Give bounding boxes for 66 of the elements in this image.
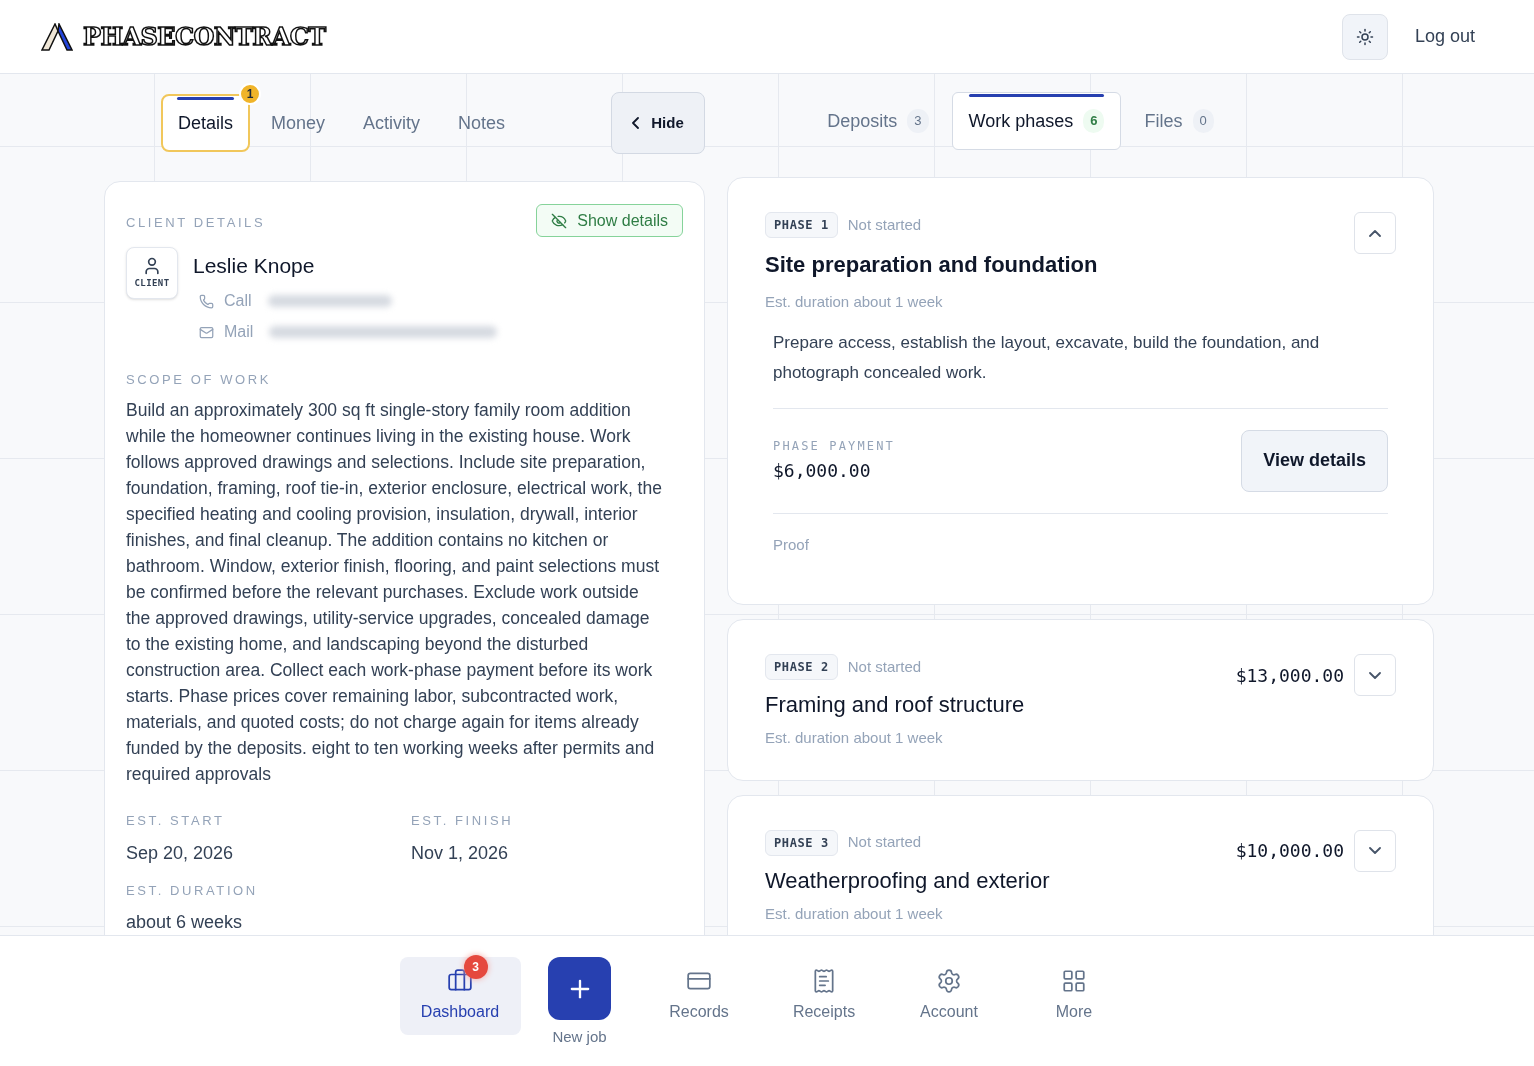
tab[interactable]: Work phases 6 xyxy=(951,92,1122,150)
date-value: Sep 20, 2026 xyxy=(126,841,235,865)
phase-duration: Est. duration about 1 week xyxy=(765,728,944,748)
tab-count: 6 xyxy=(1083,109,1105,133)
phase-duration: Est. duration about 1 week xyxy=(765,292,944,312)
phase-status: Not started xyxy=(847,214,922,235)
nav-label: New job xyxy=(552,1027,607,1047)
phase-title: Site preparation and foundation xyxy=(765,251,1099,279)
phase-tag: PHASE 1 xyxy=(765,212,838,238)
logout-link[interactable]: Log out xyxy=(1414,23,1475,50)
contact-label: Call xyxy=(224,291,252,311)
client-name: Leslie Knope xyxy=(193,253,316,279)
phase-amount: $13,000.00 xyxy=(1235,663,1344,688)
proof-label: Proof xyxy=(773,534,810,555)
tab[interactable]: Deposits 3 xyxy=(810,92,946,150)
mail-icon xyxy=(199,324,214,340)
tab[interactable]: Notes xyxy=(441,94,523,152)
client-role: CLIENT xyxy=(134,276,170,290)
date-label: EST. DURATION xyxy=(126,881,259,900)
chevron-left-icon xyxy=(632,117,640,129)
sun-icon xyxy=(1355,27,1374,46)
phase-title: Framing and roof structure xyxy=(765,691,1026,719)
phase-description: Prepare access, establish the layout, excavate, build the foundation, and photograph concealed work. xyxy=(773,327,1388,409)
eye-off-icon xyxy=(551,212,568,229)
expand-button[interactable] xyxy=(1354,654,1396,696)
chevron-icon xyxy=(1369,229,1381,237)
date-value: Nov 1, 2026 xyxy=(411,841,510,865)
tab-count: 3 xyxy=(907,109,929,133)
expand-button[interactable] xyxy=(1354,829,1396,872)
nav-item[interactable]: Dashboard 3 xyxy=(399,957,521,1035)
contact-label: Mail xyxy=(224,322,254,342)
hide-button[interactable]: Hide xyxy=(611,92,705,154)
theme-toggle-button[interactable] xyxy=(1341,13,1388,60)
payment-label: PHASE PAYMENT xyxy=(773,438,895,455)
date-value: about 6 weeks xyxy=(126,911,244,934)
phone-icon xyxy=(199,293,214,309)
collapse-button[interactable] xyxy=(1354,212,1396,254)
receipt-icon xyxy=(811,968,837,994)
phase-duration: Est. duration about 1 week xyxy=(765,903,944,924)
grid-icon xyxy=(1061,968,1087,994)
chevron-icon xyxy=(1369,671,1381,679)
phase-status: Not started xyxy=(847,832,922,853)
tab[interactable]: Files 0 xyxy=(1127,92,1231,150)
briefcase-icon xyxy=(447,968,473,994)
show-details-button[interactable]: Show details xyxy=(536,204,683,237)
settings-icon xyxy=(936,968,962,994)
date-label: EST. START xyxy=(126,812,226,830)
section-label: CLIENT DETAILS xyxy=(126,214,266,232)
new-job-button[interactable] xyxy=(548,957,611,1020)
phase-status: Not started xyxy=(847,656,922,677)
brand-name: PHASECONTRACT xyxy=(83,20,326,53)
logo-icon xyxy=(41,22,73,51)
phase-tag: PHASE 2 xyxy=(765,654,838,680)
phase-title: Weatherproofing and exterior xyxy=(765,866,1051,895)
scope-text: Build an approximately 300 sq ft single-story family room addition while the homeowner continues living in the existing house. Work follows approved drawings and selections. Include site preparation, foundation, framing, roof tie-in, exterior enclosure, electrical work, the specified heating and cooling provision, insulation, drywall, interior finishes, and final cleanup. The addition contains no kitchen or bathroom. Window, exterior finish, flooring, and paint selections must be confirmed before the relevant purchases. Exclude work outside the approved drawings, utility-service upgrades, concealed damage to the existing home, and landscaping beyond the disturbed construction area. Collect each work-phase payment before its work starts. Phase prices cover remaining labor, subcontracted work, materials, and quoted costs; do not charge again for items already funded by the deposits. eight to ten working weeks after permits and required approvals xyxy=(126,399,663,786)
date-label: EST. FINISH xyxy=(411,812,515,830)
view-details-button[interactable]: View details xyxy=(1241,429,1388,492)
chevron-icon xyxy=(1369,847,1381,854)
tab[interactable]: Activity xyxy=(346,94,438,152)
section-label: SCOPE OF WORK xyxy=(126,370,273,389)
phase-tag: PHASE 3 xyxy=(765,829,838,856)
user-icon xyxy=(142,255,162,276)
phase-amount: $10,000.00 xyxy=(1235,839,1344,863)
notification-badge: 3 xyxy=(463,955,488,979)
payment-amount: $6,000.00 xyxy=(773,459,872,483)
tab-count: 0 xyxy=(1192,109,1214,133)
